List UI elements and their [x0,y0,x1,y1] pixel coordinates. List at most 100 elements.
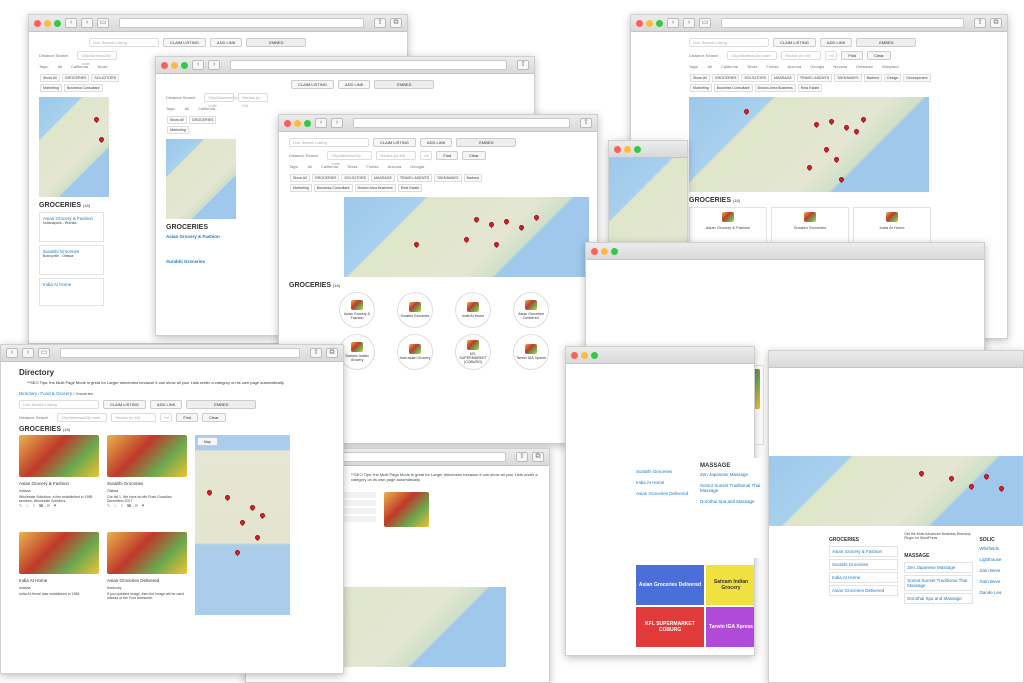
tag-item[interactable]: Arizona [388,164,402,169]
zoom-dot[interactable] [181,61,188,69]
item-name[interactable]: Surabhi Groceries [401,314,430,318]
chip[interactable]: TAKEAWAYS [834,74,862,82]
forward-icon[interactable]: › [22,348,34,358]
forward-icon[interactable]: › [683,18,695,28]
close-dot[interactable] [284,119,291,127]
chip[interactable]: Real Estate [397,184,423,192]
back-icon[interactable]: ‹ [192,60,204,70]
forward-icon[interactable]: › [208,60,220,70]
item-name[interactable]: India At Home [43,282,100,287]
tag-item[interactable]: Delaware [856,64,873,69]
tag-item[interactable]: Texas [347,164,357,169]
item-name[interactable]: Sam Beve [979,568,1019,573]
grid-item[interactable]: Asian Grocery & Fashion Indiana Wholesal… [19,435,99,524]
list-item[interactable]: India At Home [39,278,104,306]
back-icon[interactable]: ‹ [6,348,18,358]
map[interactable] [689,97,929,192]
forward-icon[interactable]: › [331,118,343,128]
unit-select[interactable]: mi [420,151,433,160]
item-name[interactable]: India At Home [858,225,926,230]
map-pin[interactable] [502,217,511,226]
list-item[interactable]: Surabhi Groceries Bonnyville - Ottawa [39,245,104,275]
map-pin[interactable] [253,533,262,542]
chip[interactable]: SOLICITORS [741,74,770,82]
city-input[interactable]: City/Address/Zip code [327,151,373,166]
item-name[interactable]: Whitfields [979,546,1019,551]
address-bar[interactable] [60,348,300,358]
back-icon[interactable]: ‹ [315,118,327,128]
chip[interactable]: Marketing [40,84,62,92]
tag-item[interactable]: California [198,106,215,111]
tabs-icon[interactable]: ⧉ [326,348,338,358]
search-input[interactable]: Live Search Listing [89,38,159,47]
item-name[interactable]: Asian Grocery & Fashion [19,481,99,486]
item-name[interactable]: Dande Lea [979,590,1019,595]
add-link-button[interactable]: ADD LINK [209,38,243,47]
map[interactable] [166,139,236,219]
item-name[interactable]: Asian Groceries Delivered [107,578,187,583]
item-name[interactable]: India At Home [832,575,895,580]
color-tile[interactable]: KFL SUPERMARKET COBURG [636,607,704,647]
map-pin[interactable] [832,155,841,164]
list-item[interactable]: Somut Sunset Traditional Thai Massage [904,575,974,591]
map-pin[interactable] [742,107,751,116]
list-item[interactable]: Dorothai Spa and Massage [904,593,974,604]
tabs-icon[interactable]: ⧉ [390,18,402,28]
embed-button[interactable]: EMBED [374,80,435,89]
list-item[interactable]: Asian Grocery & Fashion [829,546,899,557]
close-dot[interactable] [614,145,621,153]
map-pin[interactable] [472,215,481,224]
item-name[interactable]: Surabhi Groceries [776,225,844,230]
share-icon[interactable]: ⇧ [516,452,528,462]
chip[interactable]: MASSAGE [371,174,395,182]
map-pin[interactable] [532,213,541,222]
minimize-dot[interactable] [624,145,631,153]
grid-item[interactable]: Asian Groceries Delivered [513,292,549,328]
radius-input[interactable]: Radius (in Mi) [376,151,417,160]
map-pin[interactable] [982,472,991,481]
tag-item[interactable]: California [721,64,738,69]
claim-button[interactable]: CLAIM LISTING [163,38,206,47]
unit-select[interactable]: mi [825,51,838,60]
zoom-dot[interactable] [634,145,641,153]
list-item[interactable]: Asian Grocery & Fashion Indianapolis - Wi… [39,212,104,242]
share-icon[interactable]: ⇧ [580,118,592,128]
color-tile[interactable]: Tarwin IGA Xpress [706,607,754,647]
tag-item[interactable]: All [58,64,62,69]
add-link-button[interactable]: ADD LINK [337,80,371,89]
zoom-dot[interactable] [611,247,618,255]
grid-item[interactable]: Satnam Indian Grocery [339,334,375,370]
claim-button[interactable]: CLAIM LISTING [103,400,146,409]
add-link-button[interactable]: ADD LINK [819,38,853,47]
map-pin[interactable] [412,240,421,249]
claim-button[interactable]: CLAIM LISTING [291,80,334,89]
chip[interactable]: Barbers [463,174,483,182]
close-dot[interactable] [636,19,643,27]
search-input[interactable]: Live Search Listing [689,38,769,47]
item-name[interactable]: India At Home [462,314,485,318]
embed-button[interactable]: EMBED [186,400,257,409]
tag-item[interactable]: Texas [747,64,757,69]
embed-button[interactable]: EMBED [246,38,307,47]
add-link-button[interactable]: ADD LINK [419,138,453,147]
zoom-dot[interactable] [591,351,598,359]
chip[interactable]: Boston Area Business [754,84,796,92]
map-pin[interactable] [852,127,861,136]
chip[interactable]: GROCERIES [311,174,340,182]
tag-item[interactable]: Arizona [788,64,802,69]
map-pin[interactable] [248,503,257,512]
embed-button[interactable]: EMBED [456,138,517,147]
list-item[interactable]: Asian Groceries Delivered [829,585,899,596]
zoom-dot[interactable] [304,119,311,127]
minimize-dot[interactable] [171,61,178,69]
sidebar-icon[interactable]: ▭ [38,348,50,358]
map-pin[interactable] [842,123,851,132]
tag-item[interactable]: All [308,164,312,169]
chip[interactable]: Boston Area Business [354,184,396,192]
minimize-dot[interactable] [44,19,51,27]
forward-icon[interactable]: › [81,18,93,28]
embed-button[interactable]: EMBED [856,38,917,47]
tag-item[interactable]: California [321,164,338,169]
map-pin[interactable] [517,223,526,232]
item-name[interactable]: Asian Grocery & Fashion [694,225,762,230]
